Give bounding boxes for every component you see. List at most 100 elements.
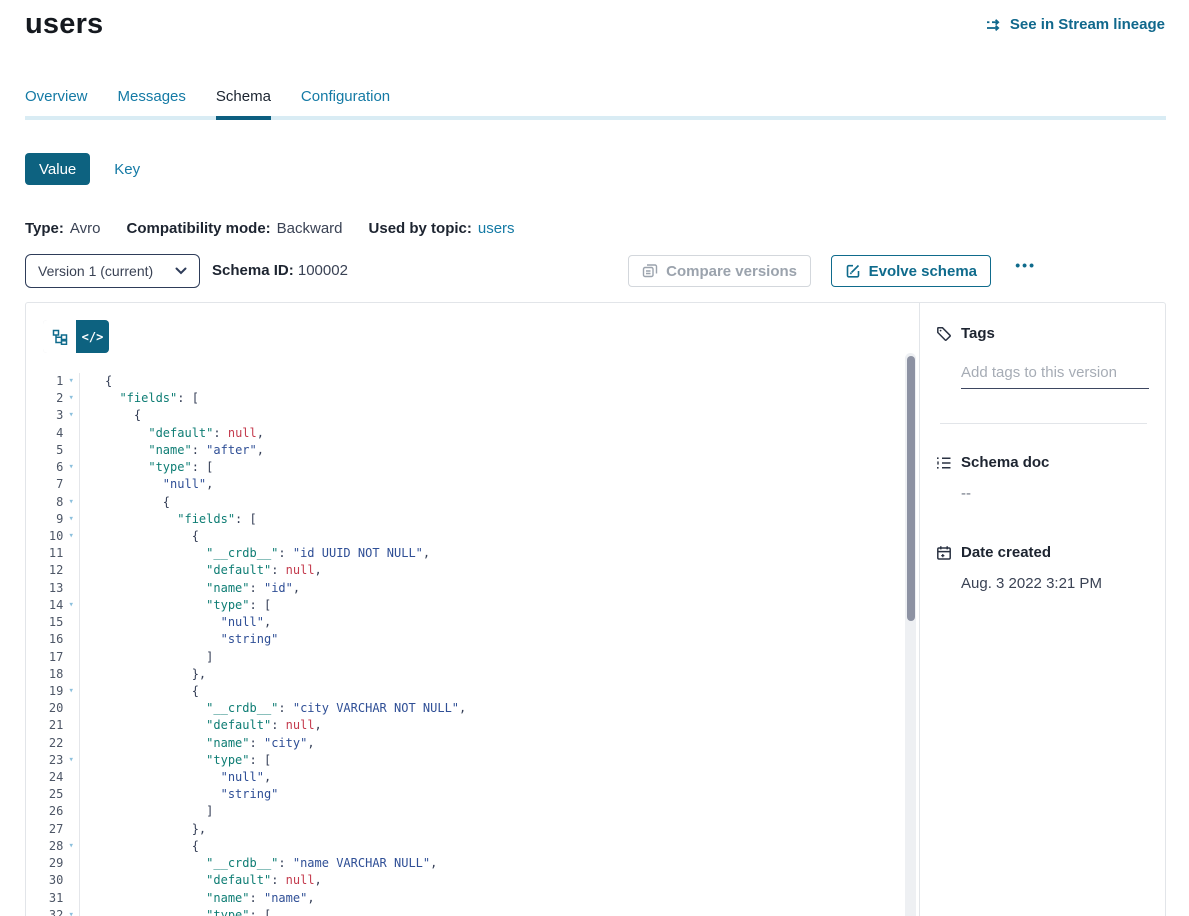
schema-view-toggle: </> — [43, 320, 109, 353]
code-line: 9▾ "fields": [ — [26, 511, 899, 528]
line-number: 19 — [26, 683, 63, 700]
code-line: 17 ] — [26, 649, 899, 666]
code-line: 1▾{ — [26, 373, 899, 390]
stream-lineage-icon — [985, 17, 1003, 33]
line-number: 23 — [26, 752, 63, 769]
line-number: 28 — [26, 838, 63, 855]
code-line: 4 "default": null, — [26, 425, 899, 442]
line-number: 21 — [26, 717, 63, 734]
line-number: 7 — [26, 476, 63, 493]
code-line: 10▾ { — [26, 528, 899, 545]
code-line: 14▾ "type": [ — [26, 597, 899, 614]
topic-link[interactable]: users — [478, 220, 515, 237]
evolve-schema-button[interactable]: Evolve schema — [831, 255, 991, 287]
calendar-plus-icon — [936, 545, 952, 561]
code-line: 8▾ { — [26, 494, 899, 511]
value-key-toggle: Value Key — [25, 153, 140, 185]
line-number: 17 — [26, 649, 63, 666]
more-actions-button[interactable]: ••• — [1015, 257, 1036, 273]
fold-toggle-icon[interactable]: ▾ — [63, 597, 79, 614]
stream-lineage-link[interactable]: See in Stream lineage — [985, 16, 1165, 33]
code-view-button[interactable]: </> — [76, 320, 109, 353]
version-select-value: Version 1 (current) — [38, 263, 153, 279]
code-line: 16 "string" — [26, 631, 899, 648]
line-number: 9 — [26, 511, 63, 528]
code-line: 32▾ "type": [ — [26, 907, 899, 916]
line-number: 18 — [26, 666, 63, 683]
version-select[interactable]: Version 1 (current) — [25, 254, 200, 288]
code-line: 25 "string" — [26, 786, 899, 803]
code-line: 5 "name": "after", — [26, 442, 899, 459]
line-number: 1 — [26, 373, 63, 390]
fold-toggle-icon[interactable]: ▾ — [63, 390, 79, 407]
line-number: 12 — [26, 562, 63, 579]
version-bar: Version 1 (current) Schema ID: 100002 Co… — [25, 254, 1166, 288]
code-line: 11 "__crdb__": "id UUID NOT NULL", — [26, 545, 899, 562]
code-line: 24 "null", — [26, 769, 899, 786]
editor-scrollbar-thumb[interactable] — [907, 356, 915, 621]
code-line: 15 "null", — [26, 614, 899, 631]
tab-schema[interactable]: Schema — [216, 88, 271, 120]
code-line: 20 "__crdb__": "city VARCHAR NOT NULL", — [26, 700, 899, 717]
code-line: 3▾ { — [26, 407, 899, 424]
compatibility-value: Backward — [277, 220, 343, 237]
key-toggle-link[interactable]: Key — [114, 161, 140, 178]
fold-toggle-icon[interactable]: ▾ — [63, 373, 79, 390]
line-number: 26 — [26, 803, 63, 820]
code-line: 22 "name": "city", — [26, 735, 899, 752]
code-line: 18 }, — [26, 666, 899, 683]
line-number: 13 — [26, 580, 63, 597]
fold-toggle-icon[interactable]: ▾ — [63, 907, 79, 916]
code-line: 19▾ { — [26, 683, 899, 700]
line-number: 30 — [26, 872, 63, 889]
line-number: 3 — [26, 407, 63, 424]
date-created-heading: Date created — [961, 544, 1051, 561]
fold-toggle-icon[interactable]: ▾ — [63, 528, 79, 545]
schema-id-value: 100002 — [298, 262, 348, 279]
line-number: 15 — [26, 614, 63, 631]
fold-toggle-icon[interactable]: ▾ — [63, 407, 79, 424]
edit-icon — [845, 263, 861, 279]
topic-tabs: Overview Messages Schema Configuration — [25, 88, 1166, 120]
fold-toggle-icon[interactable]: ▾ — [63, 494, 79, 511]
tag-icon — [936, 326, 952, 342]
schema-code-area: </> 1▾{2▾ "fields": [3▾ {4 "default": nu… — [26, 303, 919, 916]
editor-scrollbar-track[interactable] — [905, 353, 916, 916]
used-by-topic-label: Used by topic: — [369, 220, 472, 237]
code-line: 6▾ "type": [ — [26, 459, 899, 476]
line-number: 2 — [26, 390, 63, 407]
line-number: 11 — [26, 545, 63, 562]
type-label: Type: — [25, 220, 64, 237]
fold-toggle-icon[interactable]: ▾ — [63, 459, 79, 476]
value-toggle-button[interactable]: Value — [25, 153, 90, 185]
fold-toggle-icon[interactable]: ▾ — [63, 752, 79, 769]
fold-toggle-icon[interactable]: ▾ — [63, 511, 79, 528]
type-value: Avro — [70, 220, 101, 237]
code-line: 7 "null", — [26, 476, 899, 493]
tags-input[interactable] — [961, 364, 1149, 389]
line-number: 10 — [26, 528, 63, 545]
code-line: 27 }, — [26, 821, 899, 838]
line-number: 32 — [26, 907, 63, 916]
line-number: 8 — [26, 494, 63, 511]
compare-versions-icon — [642, 263, 658, 279]
line-number: 14 — [26, 597, 63, 614]
stream-lineage-label: See in Stream lineage — [1010, 16, 1165, 33]
line-number: 6 — [26, 459, 63, 476]
schema-panel: </> 1▾{2▾ "fields": [3▾ {4 "default": nu… — [25, 302, 1166, 916]
tab-configuration[interactable]: Configuration — [301, 88, 390, 120]
tree-view-icon — [52, 329, 68, 345]
compare-versions-button[interactable]: Compare versions — [628, 255, 811, 287]
line-number: 31 — [26, 890, 63, 907]
tab-overview[interactable]: Overview — [25, 88, 88, 120]
tab-messages[interactable]: Messages — [118, 88, 186, 120]
code-line: 31 "name": "name", — [26, 890, 899, 907]
code-line: 12 "default": null, — [26, 562, 899, 579]
fold-toggle-icon[interactable]: ▾ — [63, 838, 79, 855]
tree-view-button[interactable] — [43, 320, 76, 353]
code-editor[interactable]: 1▾{2▾ "fields": [3▾ {4 "default": null,5… — [26, 373, 899, 916]
fold-toggle-icon[interactable]: ▾ — [63, 683, 79, 700]
schema-doc-heading: Schema doc — [961, 454, 1049, 471]
line-number: 16 — [26, 631, 63, 648]
code-line: 23▾ "type": [ — [26, 752, 899, 769]
